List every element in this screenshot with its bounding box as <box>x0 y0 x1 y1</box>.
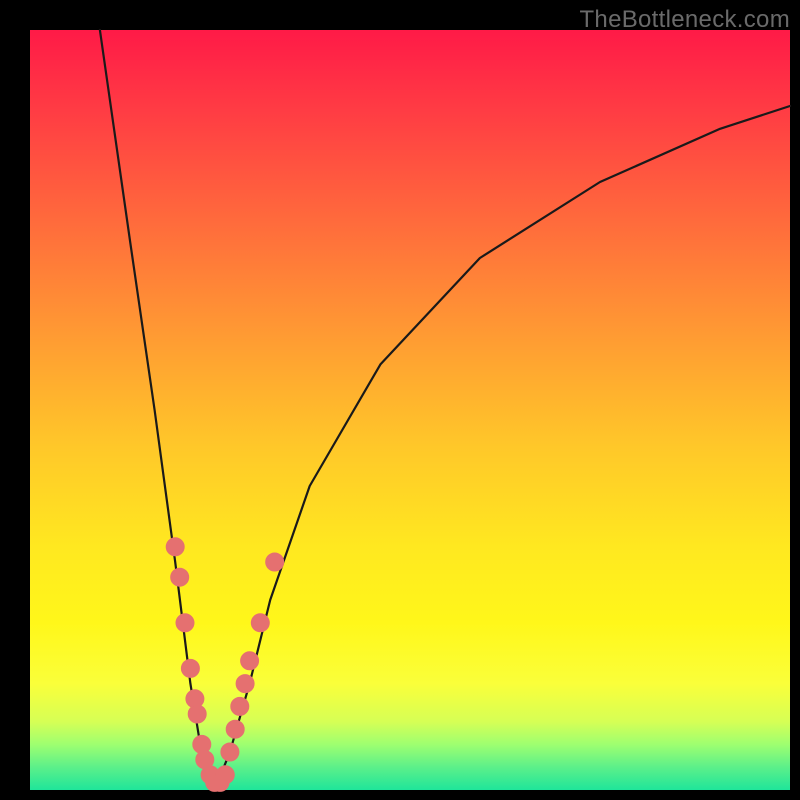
outer-frame: TheBottleneck.com <box>0 0 800 800</box>
curve-left-branch <box>100 30 215 790</box>
highlight-dot <box>171 568 189 586</box>
bottleneck-curve <box>100 30 790 790</box>
highlight-dot <box>231 697 249 715</box>
highlight-dot <box>251 614 269 632</box>
watermark-text: TheBottleneck.com <box>579 6 790 34</box>
highlight-dot <box>188 705 206 723</box>
highlighted-points-group <box>166 538 284 792</box>
highlight-dot <box>221 743 239 761</box>
highlight-dot <box>216 766 234 784</box>
highlight-dot <box>266 553 284 571</box>
highlight-dot <box>181 659 199 677</box>
highlight-dot <box>176 614 194 632</box>
curve-right-branch <box>215 106 790 790</box>
highlight-dot <box>226 720 244 738</box>
chart-svg <box>30 30 790 790</box>
highlight-dot <box>241 652 259 670</box>
highlight-dot <box>166 538 184 556</box>
highlight-dot <box>236 675 254 693</box>
